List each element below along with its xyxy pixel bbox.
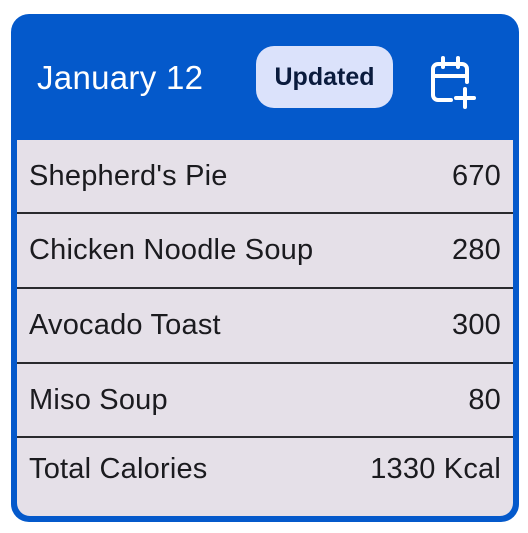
- meal-calories: 300: [452, 309, 501, 341]
- card-header: January 12 Updated: [11, 14, 519, 140]
- list-item: Avocado Toast 300: [17, 289, 513, 362]
- meal-calories: 280: [452, 234, 501, 266]
- list-item: Miso Soup 80: [17, 364, 513, 437]
- meal-name: Chicken Noodle Soup: [29, 234, 314, 266]
- date-title: January 12: [37, 59, 204, 96]
- meal-name: Miso Soup: [29, 384, 168, 416]
- meal-calories: 670: [452, 160, 501, 192]
- total-row: Total Calories 1330 Kcal: [17, 433, 513, 506]
- meal-name: Avocado Toast: [29, 309, 221, 341]
- list-item: Shepherd's Pie 670: [17, 140, 513, 213]
- add-event-button[interactable]: [421, 50, 483, 112]
- calendar-add-icon: [431, 56, 476, 109]
- list-item: Chicken Noodle Soup 280: [17, 214, 513, 287]
- meal-card: January 12 Updated Shepherd's Pie 670 Ch…: [11, 14, 519, 522]
- meal-name: Shepherd's Pie: [29, 160, 228, 192]
- meal-list: Shepherd's Pie 670 Chicken Noodle Soup 2…: [17, 140, 513, 516]
- total-label: Total Calories: [29, 453, 208, 485]
- meal-calories: 80: [468, 384, 501, 416]
- status-badge: Updated: [256, 46, 393, 108]
- total-value: 1330 Kcal: [370, 453, 501, 485]
